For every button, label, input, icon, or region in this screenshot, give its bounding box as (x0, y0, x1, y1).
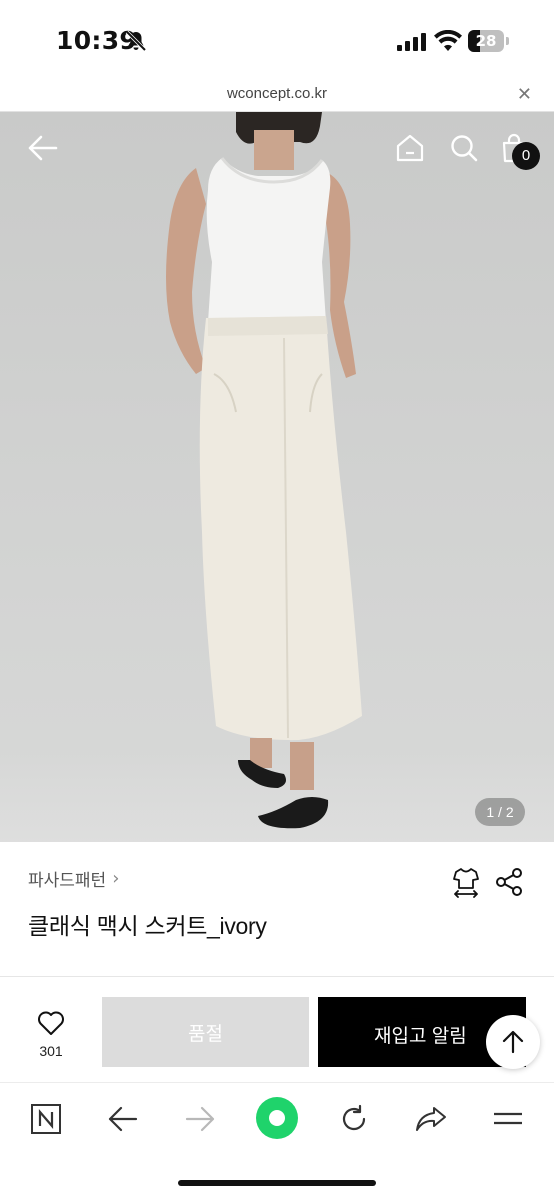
brand-name[interactable]: 파사드패턴 (28, 866, 106, 891)
close-icon[interactable]: ✕ (517, 84, 532, 105)
product-image[interactable]: 0 1 / 2 (0, 112, 554, 842)
soldout-button[interactable]: 품절 (102, 997, 309, 1067)
image-page-indicator: 1 / 2 (475, 798, 525, 826)
share-icon[interactable] (494, 866, 524, 898)
back-arrow-icon (28, 135, 58, 161)
chevron-right-icon: › (112, 868, 120, 889)
size-guide-icon[interactable] (450, 866, 482, 898)
brand-link[interactable]: 파사드패턴 › (28, 866, 119, 891)
url-text[interactable]: wconcept.co.kr (0, 85, 554, 102)
cart-count-badge[interactable]: 0 (512, 142, 540, 170)
battery-icon: 28 (468, 30, 510, 52)
divider (0, 976, 554, 977)
model-photo (166, 112, 362, 829)
product-title: 클래식 맥시 스커트_ivory (28, 913, 267, 939)
share-icon (416, 1107, 446, 1131)
cellular-signal-icon (397, 33, 426, 51)
search-button[interactable] (446, 130, 482, 166)
home-icon (396, 134, 424, 162)
forward-arrow-icon (185, 1106, 215, 1132)
back-arrow-icon (108, 1106, 138, 1132)
status-bar: 10:39 28 (0, 0, 554, 80)
home-button[interactable] (392, 130, 428, 166)
naver-home-button[interactable] (26, 1099, 66, 1139)
scroll-top-button[interactable] (486, 1015, 540, 1069)
home-indicator[interactable] (178, 1180, 376, 1186)
like-button[interactable]: 301 (26, 1010, 76, 1060)
wifi-icon (434, 30, 462, 51)
menu-icon (494, 1112, 522, 1125)
naver-green-dot-icon[interactable] (256, 1097, 298, 1139)
back-button[interactable] (22, 132, 64, 164)
like-count: 301 (39, 1043, 63, 1059)
browser-menu-button[interactable] (488, 1099, 528, 1139)
battery-level: 28 (475, 32, 497, 50)
browser-share-button[interactable] (411, 1099, 451, 1139)
browser-back-button[interactable] (103, 1099, 143, 1139)
heart-icon (38, 1011, 64, 1035)
search-icon (451, 135, 478, 162)
reload-icon (342, 1104, 366, 1131)
arrow-up-icon (502, 1030, 524, 1054)
naver-n-icon (31, 1104, 61, 1134)
reload-button[interactable] (334, 1099, 374, 1139)
browser-forward-button[interactable] (180, 1099, 220, 1139)
url-bar[interactable]: wconcept.co.kr ✕ (0, 80, 554, 112)
bell-slash-icon (125, 30, 147, 52)
